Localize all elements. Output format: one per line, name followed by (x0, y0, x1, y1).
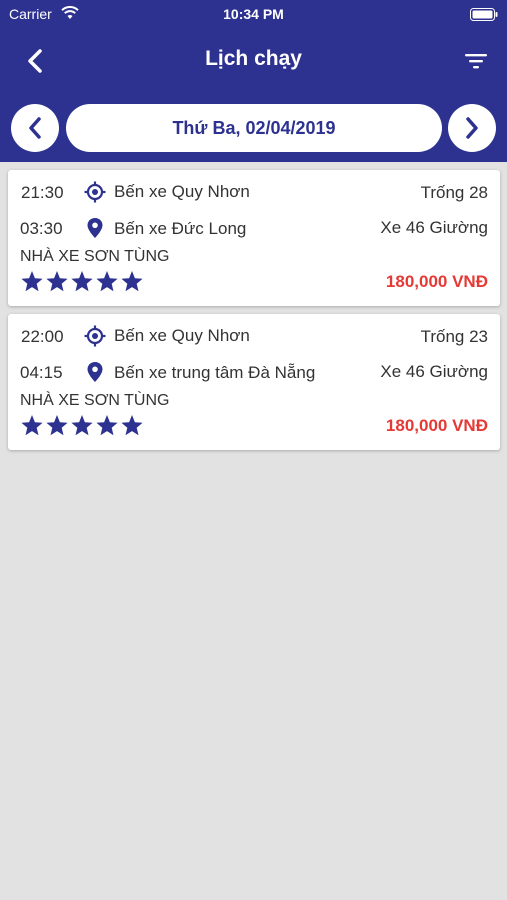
ticket-price: 180,000 VNĐ (385, 416, 488, 435)
filter-button[interactable] (461, 46, 491, 76)
star-icon (96, 415, 118, 436)
location-target-icon (84, 325, 106, 347)
bus-type: Xe 46 Giường (380, 362, 488, 381)
star-icon (21, 415, 43, 436)
star-icon (96, 271, 118, 292)
departure-row: 22:00 Bến xe Quy Nhơn Trống 23 (8, 324, 500, 350)
departure-time: 22:00 (21, 327, 64, 346)
page-title: Lịch chạy (205, 47, 302, 70)
star-icon (121, 415, 143, 436)
next-date-button[interactable] (448, 104, 496, 152)
rating-stars (20, 414, 145, 436)
seats-available: Trống 23 (420, 327, 488, 346)
star-icon (71, 415, 93, 436)
star-icon (21, 271, 43, 292)
battery-icon (470, 8, 498, 21)
arrival-time: 03:30 (20, 219, 63, 238)
app-header: Carrier 10:34 PM Lịch chạy Thứ Ba, 02/04… (0, 0, 507, 162)
map-pin-icon (87, 218, 103, 238)
origin-station: Bến xe Quy Nhơn (114, 326, 250, 345)
arrival-row: 03:30 Bến xe Đức Long Xe 46 Giường (8, 216, 500, 242)
selected-date: Thứ Ba, 02/04/2019 (172, 117, 336, 138)
filter-icon (465, 54, 487, 69)
departure-time: 21:30 (21, 183, 64, 202)
trip-card[interactable]: 21:30 Bến xe Quy Nhơn Trống 28 03:30 Bến… (8, 170, 500, 306)
chevron-left-icon (29, 117, 41, 139)
location-target-icon (84, 181, 106, 203)
destination-station: Bến xe trung tâm Đà Nẵng (114, 363, 316, 382)
previous-date-button[interactable] (11, 104, 59, 152)
seats-available: Trống 28 (420, 183, 488, 202)
status-time: 10:34 PM (223, 6, 284, 22)
departure-row: 21:30 Bến xe Quy Nhơn Trống 28 (8, 180, 500, 206)
rating-row: 180,000 VNĐ (8, 269, 500, 295)
bus-type: Xe 46 Giường (380, 218, 488, 237)
chevron-right-icon (466, 117, 478, 139)
map-pin-icon (87, 362, 103, 382)
rating-row: 180,000 VNĐ (8, 413, 500, 439)
operator-name: NHÀ XE SƠN TÙNG (20, 392, 170, 409)
ticket-price: 180,000 VNĐ (385, 272, 488, 291)
date-selector[interactable]: Thứ Ba, 02/04/2019 (66, 104, 442, 152)
status-bar: Carrier 10:34 PM (0, 0, 507, 28)
arrival-row: 04:15 Bến xe trung tâm Đà Nẵng Xe 46 Giư… (8, 360, 500, 386)
destination-station: Bến xe Đức Long (114, 219, 247, 238)
rating-stars (20, 270, 145, 292)
star-icon (46, 415, 68, 436)
trip-card[interactable]: 22:00 Bến xe Quy Nhơn Trống 23 04:15 Bến… (8, 314, 500, 450)
origin-station: Bến xe Quy Nhơn (114, 182, 250, 201)
operator-name: NHÀ XE SƠN TÙNG (20, 248, 170, 265)
star-icon (46, 271, 68, 292)
star-icon (121, 271, 143, 292)
star-icon (71, 271, 93, 292)
arrival-time: 04:15 (20, 363, 63, 382)
